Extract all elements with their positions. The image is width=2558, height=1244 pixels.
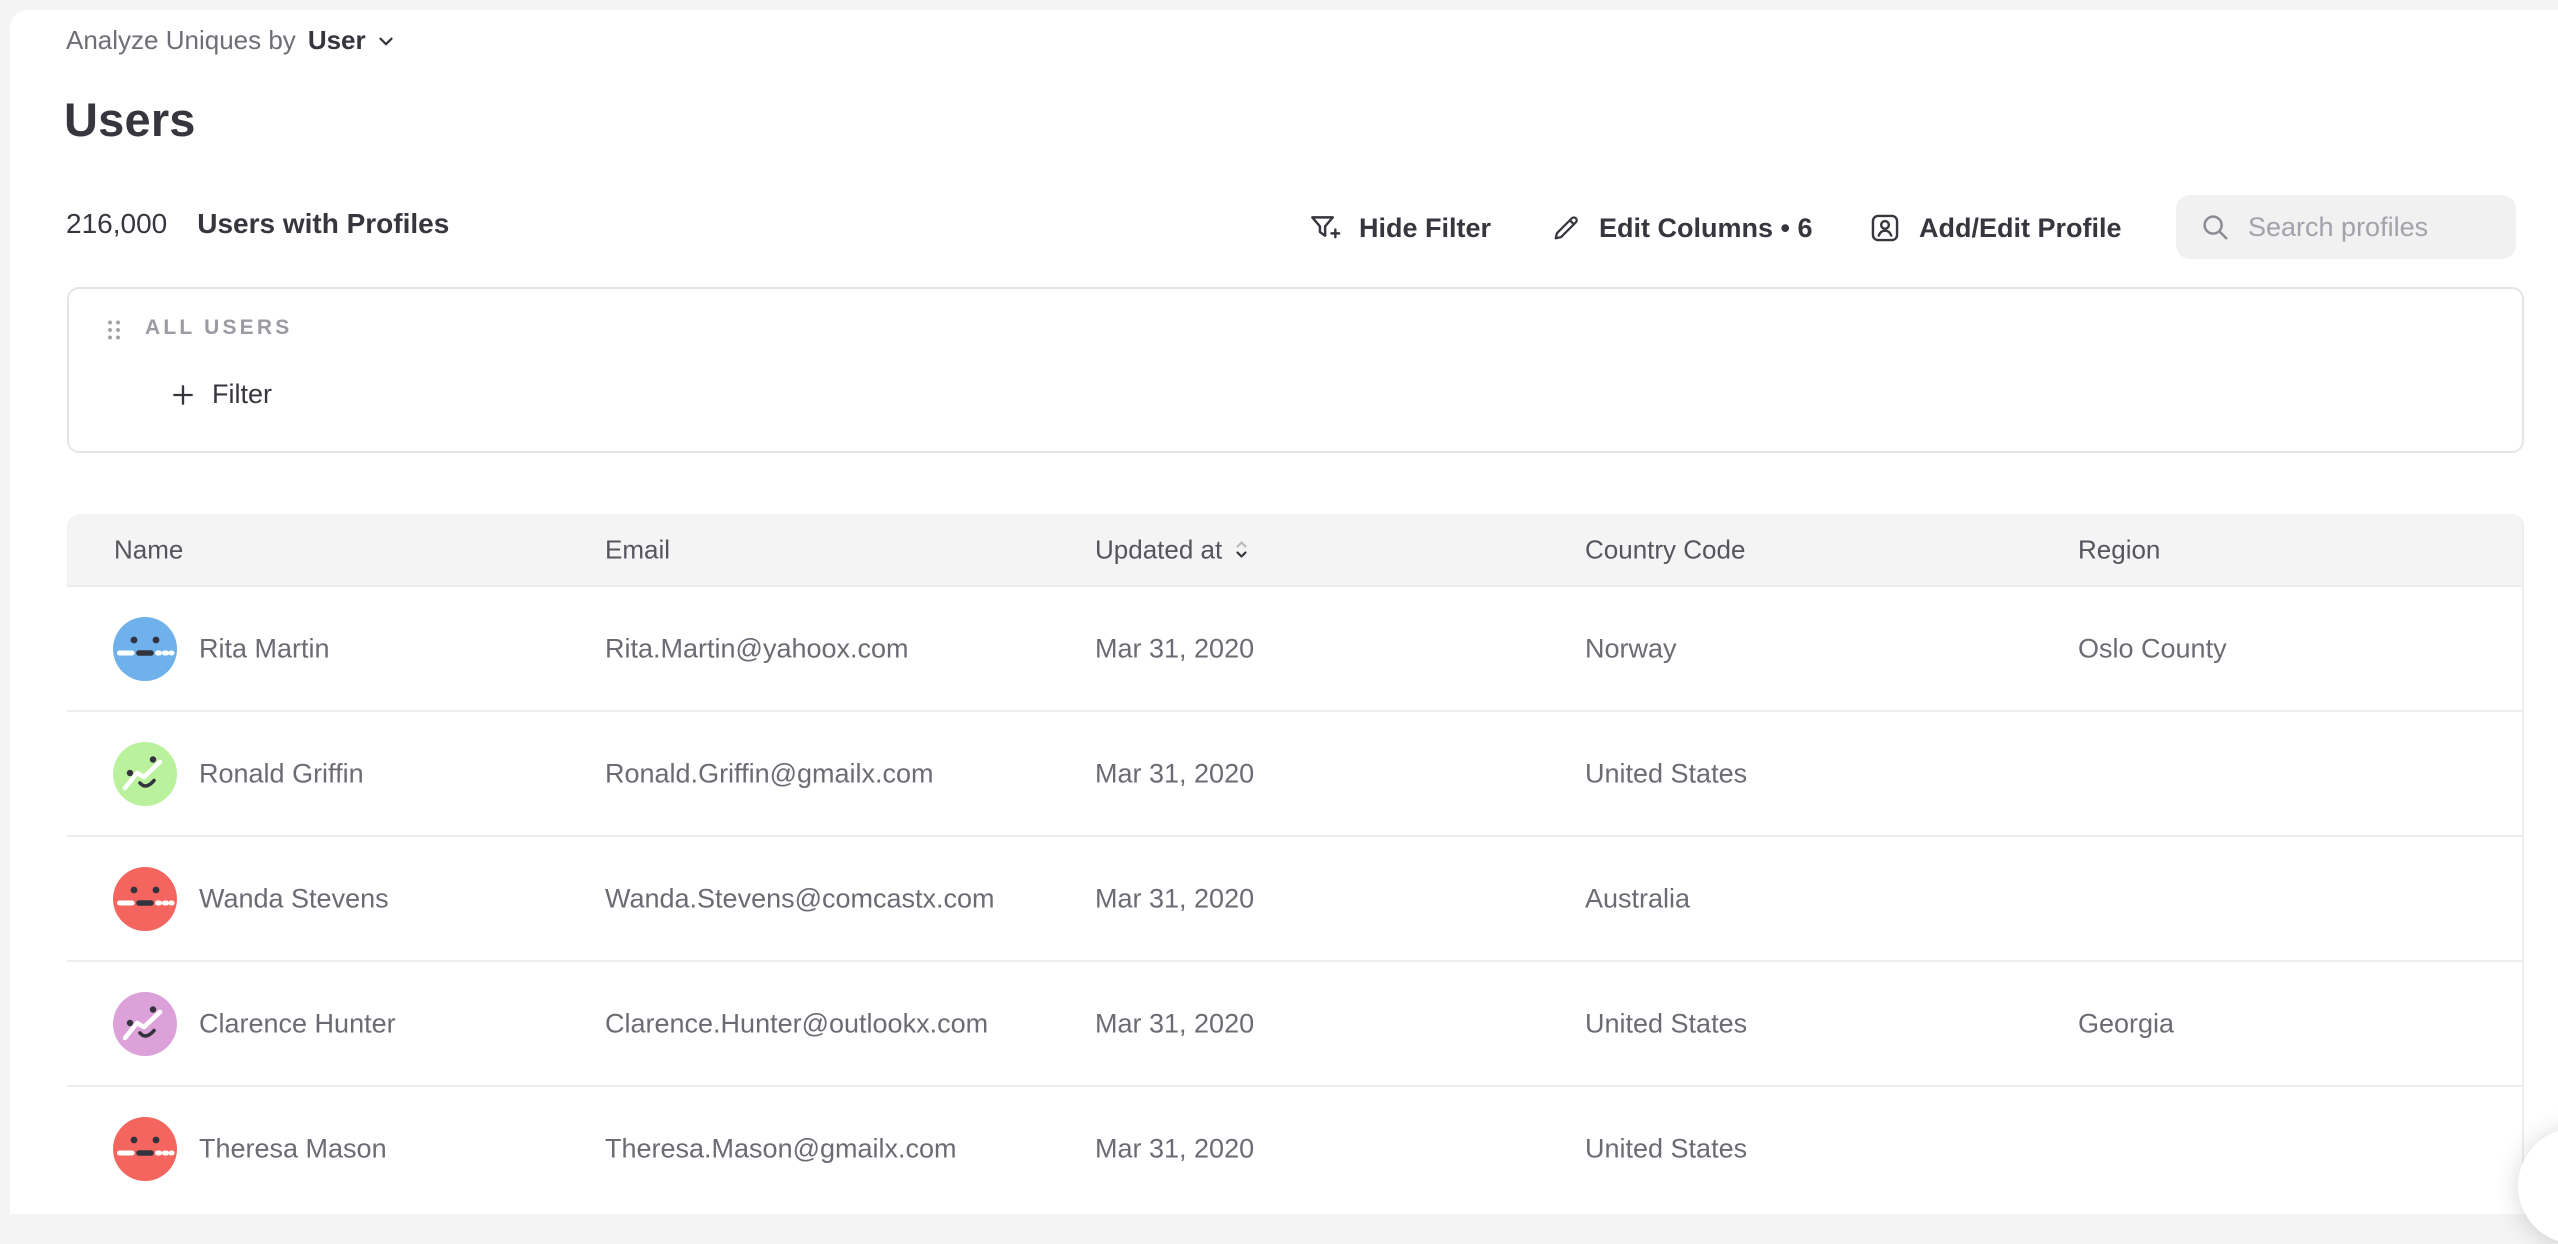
user-email: Clarence.Hunter@outlookx.com bbox=[605, 1008, 988, 1039]
profile-card-icon bbox=[1868, 211, 1902, 245]
chevron-down-icon bbox=[375, 30, 397, 52]
user-updated-at: Mar 31, 2020 bbox=[1095, 883, 1254, 914]
analyze-uniques-value: User bbox=[308, 25, 366, 56]
filter-group-label: ALL USERS bbox=[145, 316, 292, 340]
user-avatar-icon bbox=[113, 1117, 177, 1181]
table-body: Rita Martin Rita.Martin@yahoox.com Mar 3… bbox=[67, 587, 2522, 1184]
table-row[interactable]: Theresa Mason Theresa.Mason@gmailx.com M… bbox=[67, 1085, 2522, 1184]
analyze-uniques-row: Analyze Uniques by User bbox=[66, 25, 397, 56]
table-row[interactable]: Clarence Hunter Clarence.Hunter@outlookx… bbox=[67, 960, 2522, 1085]
hide-filter-button[interactable]: Hide Filter bbox=[1308, 196, 1491, 260]
user-email: Ronald.Griffin@gmailx.com bbox=[605, 758, 934, 789]
add-edit-profile-button[interactable]: Add/Edit Profile bbox=[1868, 196, 2122, 260]
column-header-name: Name bbox=[114, 534, 183, 565]
column-header-email: Email bbox=[605, 534, 670, 565]
column-header-region: Region bbox=[2078, 534, 2160, 565]
pencil-icon bbox=[1550, 212, 1582, 244]
user-count: 216,000 bbox=[66, 208, 167, 240]
user-country-code: United States bbox=[1585, 1008, 1747, 1039]
user-country-code: United States bbox=[1585, 1133, 1747, 1164]
user-country-code: Norway bbox=[1585, 633, 1677, 664]
user-count-row: 216,000 Users with Profiles bbox=[66, 208, 449, 240]
table-row[interactable]: Wanda Stevens Wanda.Stevens@comcastx.com… bbox=[67, 835, 2522, 960]
user-region: Oslo County bbox=[2078, 633, 2227, 664]
search-profiles-input[interactable] bbox=[2246, 211, 2516, 244]
user-avatar-icon bbox=[113, 867, 177, 931]
add-edit-profile-label: Add/Edit Profile bbox=[1919, 213, 2122, 244]
user-updated-at: Mar 31, 2020 bbox=[1095, 1008, 1254, 1039]
user-updated-at: Mar 31, 2020 bbox=[1095, 758, 1254, 789]
hide-filter-label: Hide Filter bbox=[1359, 213, 1491, 244]
analyze-uniques-dropdown[interactable]: User bbox=[308, 25, 397, 56]
user-avatar-icon bbox=[113, 742, 177, 806]
filter-panel: ALL USERS Filter bbox=[67, 287, 2524, 453]
sort-icon bbox=[1233, 539, 1250, 561]
funnel-plus-icon bbox=[1308, 211, 1342, 245]
plus-icon bbox=[169, 381, 197, 409]
user-region: Georgia bbox=[2078, 1008, 2174, 1039]
add-filter-button[interactable]: Filter bbox=[169, 379, 272, 410]
users-table: Name Email Updated at Country Code Regio… bbox=[67, 514, 2524, 1184]
edit-columns-label: Edit Columns • 6 bbox=[1599, 213, 1812, 244]
user-name: Clarence Hunter bbox=[199, 1008, 396, 1039]
user-country-code: United States bbox=[1585, 758, 1747, 789]
user-name: Ronald Griffin bbox=[199, 758, 364, 789]
user-name: Wanda Stevens bbox=[199, 883, 389, 914]
search-icon bbox=[2200, 212, 2230, 242]
column-header-updated-at[interactable]: Updated at bbox=[1095, 534, 1250, 565]
edit-columns-button[interactable]: Edit Columns • 6 bbox=[1550, 196, 1812, 260]
user-updated-at: Mar 31, 2020 bbox=[1095, 1133, 1254, 1164]
user-email: Rita.Martin@yahoox.com bbox=[605, 633, 909, 664]
table-header-row: Name Email Updated at Country Code Regio… bbox=[67, 514, 2522, 587]
user-count-label: Users with Profiles bbox=[197, 208, 449, 240]
user-avatar-icon bbox=[113, 617, 177, 681]
user-email: Theresa.Mason@gmailx.com bbox=[605, 1133, 957, 1164]
page-title: Users bbox=[64, 92, 196, 147]
search-profiles-box bbox=[2176, 195, 2516, 259]
user-country-code: Australia bbox=[1585, 883, 1690, 914]
table-row[interactable]: Ronald Griffin Ronald.Griffin@gmailx.com… bbox=[67, 710, 2522, 835]
user-name: Rita Martin bbox=[199, 633, 330, 664]
analyze-uniques-label: Analyze Uniques by bbox=[66, 25, 296, 56]
user-avatar-icon bbox=[113, 992, 177, 1056]
table-row[interactable]: Rita Martin Rita.Martin@yahoox.com Mar 3… bbox=[67, 587, 2522, 710]
drag-handle-icon[interactable] bbox=[105, 318, 123, 342]
user-email: Wanda.Stevens@comcastx.com bbox=[605, 883, 995, 914]
user-name: Theresa Mason bbox=[199, 1133, 387, 1164]
add-filter-label: Filter bbox=[212, 379, 272, 410]
column-header-country-code: Country Code bbox=[1585, 534, 1745, 565]
user-updated-at: Mar 31, 2020 bbox=[1095, 633, 1254, 664]
